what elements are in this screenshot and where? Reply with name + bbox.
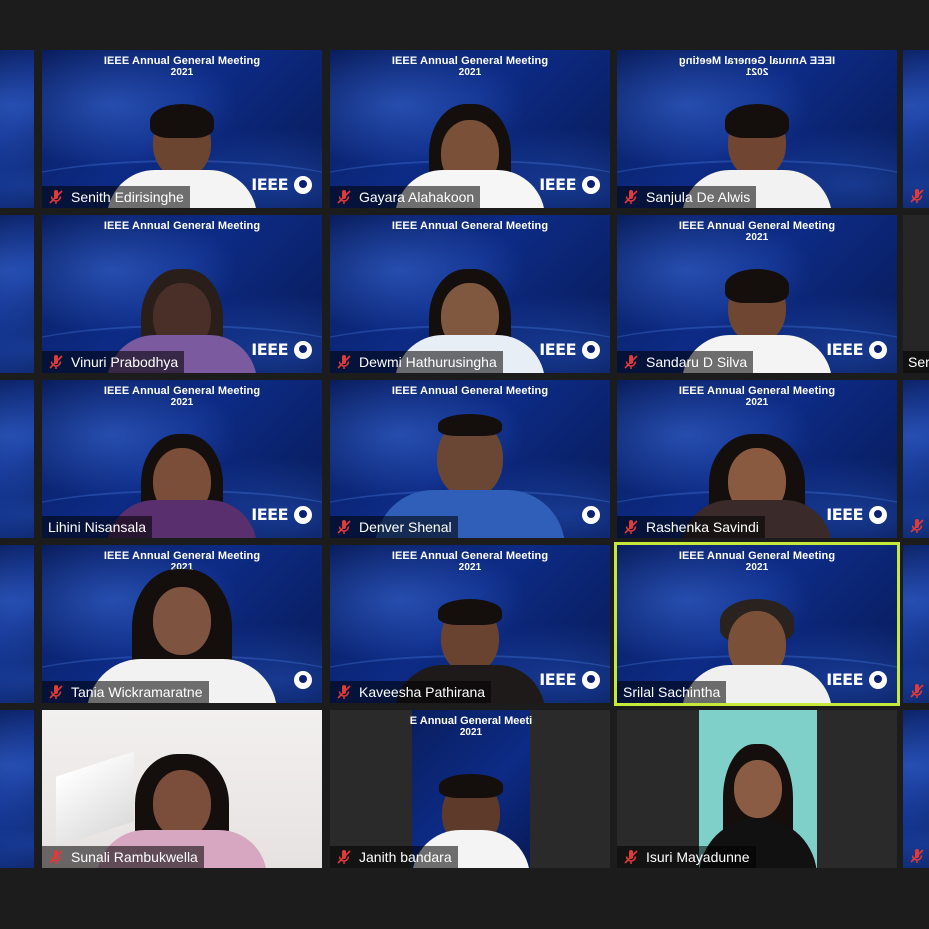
ieee-logo: IEEE: [539, 340, 600, 359]
mic-off-icon: [48, 189, 64, 205]
meeting-banner: IEEE Annual General Meeting 2021: [678, 220, 836, 243]
mic-off-icon: [48, 684, 64, 700]
participant-tile-partial[interactable]: [903, 380, 929, 538]
mic-off-icon: [623, 519, 639, 535]
participant-tile-partial[interactable]: Ser: [903, 215, 929, 373]
mic-off-icon: [336, 189, 352, 205]
participant-video-portrait: [699, 710, 817, 868]
meeting-banner: IEEE Annual General Meeting 2021: [391, 550, 549, 573]
mic-off-icon: [336, 849, 352, 865]
ieee-logo: IEEE: [251, 175, 312, 194]
participant-tile[interactable]: IEEE Annual General Meeting IEEE Vinuri …: [42, 215, 322, 373]
participant-name-label: Ser: [903, 351, 929, 373]
mic-off-icon: [909, 518, 925, 534]
participant-tile[interactable]: E Annual General Meeti 2021 Janith bandar…: [330, 710, 610, 868]
globe-icon: [869, 340, 887, 359]
participant-name-label: Dewmi Hathurusingha: [330, 351, 503, 373]
meeting-banner: IEEE Annual General Meeting: [391, 385, 549, 397]
ieee-logo: IEEE: [251, 505, 312, 524]
participant-name-label: Gayara Alahakoon: [330, 186, 481, 208]
participant-tile[interactable]: IEEE Annual General Meeting 2021 IEEE Gay…: [330, 50, 610, 208]
participant-tile-active-speaker[interactable]: IEEE Annual General Meeting 2021 IEEE Sri…: [614, 542, 900, 706]
mic-off-icon: [623, 354, 639, 370]
ieee-logo: IEEE: [539, 175, 600, 194]
mic-off-icon: [336, 354, 352, 370]
globe-icon: [294, 340, 312, 359]
participant-name-label: Lihini Nisansala: [42, 516, 153, 538]
participant-tile[interactable]: IEEE Annual General Meeting Denver Shena…: [330, 380, 610, 538]
participant-name-label: Tania Wickramaratne: [42, 681, 209, 703]
participant-name-label: Janith bandara: [330, 846, 458, 868]
participant-name-label: Kaveesha Pathirana: [330, 681, 492, 703]
participant-tile[interactable]: IEEE Annual General Meeting 2021 IEEE San…: [617, 215, 897, 373]
globe-icon: [869, 670, 887, 689]
ieee-logo: IEEE: [826, 505, 887, 524]
participant-tile-partial[interactable]: [903, 50, 929, 208]
meeting-banner: IEEE Annual General Meeting 2021: [391, 55, 549, 78]
participant-tile[interactable]: IEEE Annual General Meeting 2021 IEEE Lih…: [42, 380, 322, 538]
participant-tile-partial[interactable]: [903, 710, 929, 868]
mic-off-icon: [909, 848, 925, 864]
globe-icon: [294, 175, 312, 194]
ieee-logo: [582, 506, 600, 524]
ieee-logo: IEEE: [251, 340, 312, 359]
mic-off-icon: [909, 188, 925, 204]
globe-icon: [294, 505, 312, 524]
globe-icon: [582, 670, 600, 689]
participant-name-label: Sandaru D Silva: [617, 351, 754, 373]
mic-off-icon: [623, 189, 639, 205]
mic-off-icon: [909, 683, 925, 699]
participant-tile-partial[interactable]: [0, 50, 34, 208]
participant-name-label: Vinuri Prabodhya: [42, 351, 185, 373]
globe-icon: [582, 506, 600, 524]
participant-video-portrait: E Annual General Meeti 2021: [410, 710, 532, 868]
participant-name-label: Sanjula De Alwis: [617, 186, 757, 208]
meeting-banner: IEEE Annual General Meeting 2021: [103, 55, 261, 78]
participant-tile[interactable]: IEEE Annual General Meeting 2021 Sanjula …: [617, 50, 897, 208]
globe-icon: [582, 340, 600, 359]
mic-off-icon: [336, 519, 352, 535]
mic-off-icon: [48, 354, 64, 370]
participant-tile-partial[interactable]: [903, 545, 929, 703]
participant-name-label: Denver Shenal: [330, 516, 458, 538]
participant-tile[interactable]: IEEE Annual General Meeting 2021 IEEE Sen…: [42, 50, 322, 208]
meeting-banner: E Annual General Meeti 2021: [409, 715, 533, 738]
ieee-logo: IEEE: [826, 670, 887, 689]
ieee-logo: [294, 671, 312, 689]
mic-off-icon: [623, 849, 639, 865]
participant-tile[interactable]: IEEE Annual General Meeting 2021 Tania Wi…: [42, 545, 322, 703]
participant-tile[interactable]: IEEE Annual General Meeting 2021 IEEE Kav…: [330, 545, 610, 703]
globe-icon: [582, 175, 600, 194]
participant-tile-partial[interactable]: [0, 710, 34, 868]
globe-icon: [869, 505, 887, 524]
meeting-banner-mirrored: IEEE Annual General Meeting 2021: [678, 55, 836, 78]
participant-tile-partial[interactable]: [0, 545, 34, 703]
ieee-logo: IEEE: [826, 340, 887, 359]
video-grid: Ser IEEE Annual General Meeting 2021 IEEE…: [0, 0, 929, 929]
participant-name-label: Isuri Mayadunne: [617, 846, 756, 868]
participant-name-label: Rashenka Savindi: [617, 516, 765, 538]
participant-name-label: Sunali Rambukwella: [42, 846, 204, 868]
meeting-banner: IEEE Annual General Meeting: [103, 220, 261, 232]
participant-tile-partial[interactable]: [0, 380, 34, 538]
meeting-banner: IEEE Annual General Meeting: [391, 220, 549, 232]
participant-tile[interactable]: IEEE Annual General Meeting IEEE Dewmi H…: [330, 215, 610, 373]
participant-tile[interactable]: IEEE Annual General Meeting 2021 IEEE Ras…: [617, 380, 897, 538]
participant-tile[interactable]: Sunali Rambukwella: [42, 710, 322, 868]
participant-name-label: Srilal Sachintha: [617, 681, 727, 703]
mic-off-icon: [48, 849, 64, 865]
mic-off-icon: [336, 684, 352, 700]
meeting-banner: IEEE Annual General Meeting 2021: [103, 385, 261, 408]
participant-name-label: Senith Edirisinghe: [42, 186, 190, 208]
participant-tile-partial[interactable]: [0, 215, 34, 373]
participant-tile[interactable]: Isuri Mayadunne: [617, 710, 897, 868]
ieee-logo: IEEE: [539, 670, 600, 689]
meeting-banner: IEEE Annual General Meeting 2021: [678, 550, 836, 573]
globe-icon: [294, 671, 312, 689]
meeting-banner: IEEE Annual General Meeting 2021: [678, 385, 836, 408]
